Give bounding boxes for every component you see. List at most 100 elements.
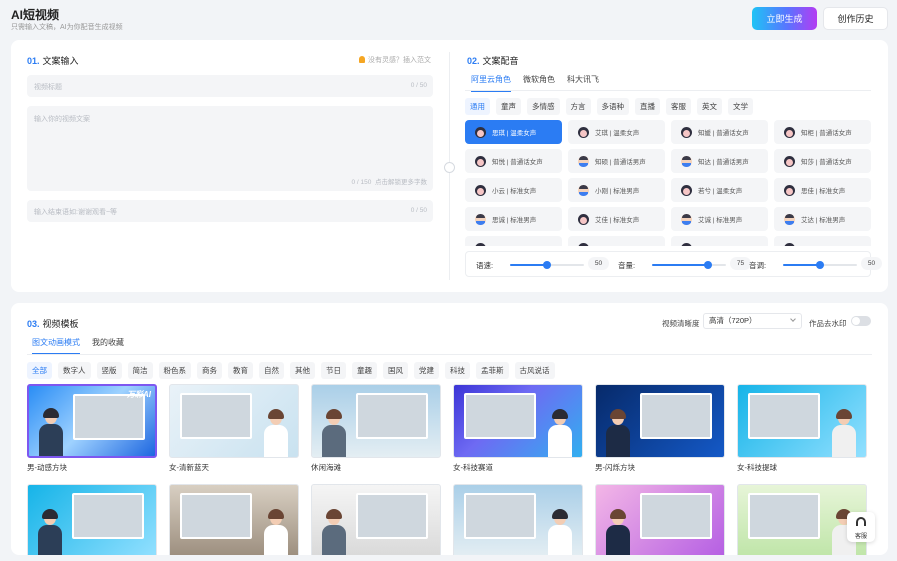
voice-option[interactable]: 小刚 | 标准男声 [568, 178, 665, 202]
template-thumbnail[interactable] [27, 484, 157, 555]
video-content-field[interactable]: 输入你的视频文案 0 / 150 点击解锁更多字数 [27, 106, 433, 191]
voice-option[interactable] [568, 236, 665, 246]
customer-service-button[interactable]: 客服 [847, 512, 875, 542]
voice-category-chip[interactable]: 童声 [496, 98, 521, 115]
template-thumbnail[interactable] [453, 384, 583, 458]
voice-option[interactable]: 知悦 | 普通话女声 [465, 149, 562, 173]
voice-option[interactable]: 思佳 | 标准女声 [774, 178, 871, 202]
video-title-field[interactable]: 视频标题 0 / 50 [27, 75, 433, 97]
voice-category-chip[interactable]: 方言 [565, 98, 591, 115]
template-filter-chip[interactable]: 全部 [27, 362, 52, 379]
template-card[interactable] [169, 484, 299, 555]
voice-option[interactable]: 艾佳 | 标准女声 [568, 207, 665, 231]
tab-favorites[interactable]: 我的收藏 [92, 337, 124, 355]
template-thumbnail[interactable] [453, 484, 583, 555]
voice-category-chip[interactable]: 多情感 [527, 98, 560, 115]
voice-option[interactable] [465, 236, 562, 246]
volume-slider-thumb[interactable] [703, 261, 712, 269]
insert-sample-link[interactable]: 没有灵感？插入范文 [359, 55, 431, 65]
quality-select[interactable]: 高清（720P） [703, 313, 802, 329]
template-card[interactable]: 女-清新蓝天 [169, 384, 299, 473]
voice-option[interactable]: 知柜 | 普通话女声 [774, 120, 871, 144]
template-filter-chip[interactable]: 教育 [228, 362, 253, 379]
template-filter-chip[interactable]: 商务 [197, 362, 222, 379]
pitch-slider-thumb[interactable] [816, 261, 824, 269]
tab-animation-mode[interactable]: 图文动画模式 [32, 337, 80, 355]
voice-option[interactable]: 知莎 | 普通话女声 [774, 149, 871, 173]
template-thumbnail[interactable]: 万彩AI [27, 384, 157, 458]
voice-avatar-icon [578, 184, 589, 196]
voice-option[interactable]: 艾琪 | 温柔女声 [568, 120, 665, 144]
voice-option[interactable]: 艾诚 | 标准男声 [671, 207, 768, 231]
template-filter-chip[interactable]: 古风说话 [514, 362, 555, 379]
template-thumbnail[interactable] [311, 484, 441, 555]
presenter-hair [326, 409, 342, 419]
template-filter-chip[interactable]: 节日 [321, 362, 346, 379]
voice-avatar-icon [578, 155, 589, 167]
template-filter-chip[interactable]: 数字人 [58, 362, 91, 379]
voice-category-chip[interactable]: 文学 [728, 98, 753, 115]
template-thumbnail[interactable] [311, 384, 441, 458]
presenter-hair [552, 509, 568, 519]
voice-category-chip[interactable]: 通用 [465, 98, 490, 115]
speed-value[interactable]: 50 [588, 257, 609, 270]
template-thumbnail[interactable] [737, 384, 867, 458]
template-card[interactable]: 女-科技赛道 [453, 384, 583, 473]
voice-option[interactable]: 知媛 | 普通话女声 [671, 120, 768, 144]
hint-text: 没有灵感？插入范文 [368, 57, 431, 64]
template-thumbnail[interactable] [169, 484, 299, 555]
voice-category-chip[interactable]: 直播 [635, 98, 660, 115]
template-card[interactable]: 男-闪烁方块 [595, 384, 725, 473]
voice-category-chip[interactable]: 客服 [666, 98, 691, 115]
template-card[interactable]: 女-科技提球 [737, 384, 867, 473]
voice-option[interactable]: 若兮 | 温柔女声 [671, 178, 768, 202]
template-thumbnail[interactable] [595, 384, 725, 458]
voice-option[interactable]: 艾达 | 标准男声 [774, 207, 871, 231]
template-card[interactable] [453, 484, 583, 555]
voice-option[interactable]: 思诚 | 标准男声 [465, 207, 562, 231]
template-filter-chip[interactable]: 科技 [445, 362, 470, 379]
history-button[interactable]: 创作历史 [823, 7, 888, 30]
voice-option[interactable] [671, 236, 768, 246]
watermark-toggle[interactable] [851, 316, 871, 326]
speed-slider-thumb[interactable] [543, 261, 551, 269]
quality-label: 视频清晰度 [662, 319, 700, 328]
voice-option[interactable] [774, 236, 871, 246]
template-card[interactable] [595, 484, 725, 555]
voice-option[interactable]: 知硕 | 普通话男声 [568, 149, 665, 173]
template-filter-chip[interactable]: 国风 [383, 362, 408, 379]
voice-category-chip[interactable]: 英文 [697, 98, 722, 115]
template-card[interactable]: 休闲海滩 [311, 384, 441, 473]
template-filter-chip[interactable]: 党建 [414, 362, 439, 379]
section-label: 文案配音 [482, 56, 519, 66]
template-filter-chip[interactable]: 童趣 [352, 362, 377, 379]
generate-button[interactable]: 立即生成 [752, 7, 817, 30]
divider-handle[interactable] [444, 162, 455, 173]
ending-field[interactable]: 输入结束语如:谢谢观看~等 0 / 50 [27, 200, 433, 222]
template-caption: 女-清新蓝天 [169, 463, 209, 472]
voice-option[interactable]: 知达 | 普通话男声 [671, 149, 768, 173]
template-card[interactable] [27, 484, 157, 555]
template-filter-chip[interactable]: 粉色系 [158, 362, 191, 379]
unlock-more-link[interactable]: 点击解锁更多字数 [375, 179, 427, 186]
template-filter-chip[interactable]: 自然 [259, 362, 284, 379]
volume-value[interactable]: 75 [730, 257, 751, 270]
voice-category-chip[interactable]: 多语种 [596, 98, 629, 115]
voice-option[interactable]: 小云 | 标准女声 [465, 178, 562, 202]
template-filter-chip[interactable]: 孟菲斯 [476, 362, 509, 379]
voice-option[interactable]: 思琪 | 温柔女声 [465, 120, 562, 144]
template-filter-chip[interactable]: 竖版 [96, 362, 122, 379]
template-screen-image [748, 493, 820, 539]
template-filter-chip[interactable]: 其他 [290, 362, 315, 379]
speed-slider[interactable] [510, 261, 584, 269]
template-filter-chip[interactable]: 简洁 [127, 362, 153, 379]
template-thumbnail[interactable] [595, 484, 725, 555]
template-card[interactable]: 万彩AI 男-动感方块 [27, 384, 157, 473]
title-count: 0 / 50 [410, 82, 427, 89]
tab-underline [465, 90, 871, 91]
template-card[interactable] [311, 484, 441, 555]
template-thumbnail[interactable] [169, 384, 299, 458]
pitch-slider[interactable] [783, 261, 857, 269]
volume-slider[interactable] [652, 261, 726, 269]
pitch-value[interactable]: 50 [861, 257, 882, 270]
